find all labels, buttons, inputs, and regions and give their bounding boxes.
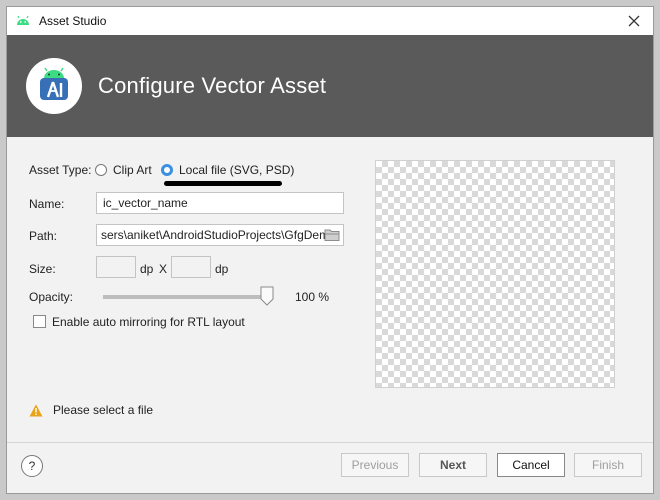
width-unit: dp [140, 262, 154, 276]
window-title: Asset Studio [39, 14, 107, 28]
width-field[interactable] [96, 256, 136, 278]
close-icon [628, 15, 640, 27]
asset-studio-window: Asset Studio Configure Vector Asset Asse… [6, 6, 654, 494]
dialog-footer: ? Previous Next Cancel Finish [7, 442, 653, 493]
warning-text: Please select a file [53, 403, 154, 417]
status-warning: Please select a file [29, 403, 153, 417]
next-button[interactable]: Next [419, 453, 487, 477]
opacity-slider-track[interactable] [103, 295, 273, 299]
asset-type-label: Asset Type: [29, 163, 92, 177]
help-button[interactable]: ? [21, 455, 43, 477]
height-unit: dp [215, 262, 229, 276]
finish-button[interactable]: Finish [574, 453, 642, 477]
opacity-slider-thumb[interactable] [260, 286, 274, 306]
form-area: Asset Type: Clip Art Local file (SVG, PS… [7, 137, 653, 493]
size-label: Size: [29, 262, 56, 276]
android-icon [17, 15, 29, 25]
height-field[interactable] [171, 256, 211, 278]
radio-indicator [95, 164, 107, 176]
annotation-underline [164, 181, 282, 186]
name-field[interactable]: ic_vector_name [96, 192, 344, 214]
android-studio-logo [26, 58, 82, 114]
radio-clip-art-label: Clip Art [113, 163, 152, 177]
warning-icon [29, 404, 43, 416]
page-heading: Configure Vector Asset [98, 73, 327, 98]
path-label: Path: [29, 229, 58, 243]
size-separator: X [159, 262, 168, 276]
auto-mirror-label: Enable auto mirroring for RTL layout [52, 315, 245, 329]
name-field-value: ic_vector_name [103, 196, 188, 210]
folder-icon[interactable] [324, 228, 340, 242]
cancel-button[interactable]: Cancel [497, 453, 565, 477]
opacity-label: Opacity: [29, 290, 74, 304]
auto-mirror-checkbox[interactable] [33, 315, 46, 328]
title-bar: Asset Studio [7, 7, 653, 35]
help-icon: ? [28, 459, 36, 473]
radio-indicator-selected [161, 164, 173, 176]
opacity-value: 100 % [295, 290, 330, 304]
header-banner: Configure Vector Asset [7, 35, 653, 137]
opacity-slider-fill [103, 295, 273, 299]
radio-clip-art[interactable]: Clip Art [95, 163, 152, 177]
close-button[interactable] [625, 12, 643, 30]
name-label: Name: [29, 197, 65, 211]
path-field-value: sers\aniket\AndroidStudioProjects\GfgDem… [101, 228, 336, 242]
previous-button[interactable]: Previous [341, 453, 409, 477]
radio-local-file[interactable]: Local file (SVG, PSD) [161, 163, 294, 177]
path-field[interactable]: sers\aniket\AndroidStudioProjects\GfgDem… [96, 224, 344, 246]
radio-local-file-label: Local file (SVG, PSD) [179, 163, 295, 177]
preview-canvas [375, 160, 615, 388]
